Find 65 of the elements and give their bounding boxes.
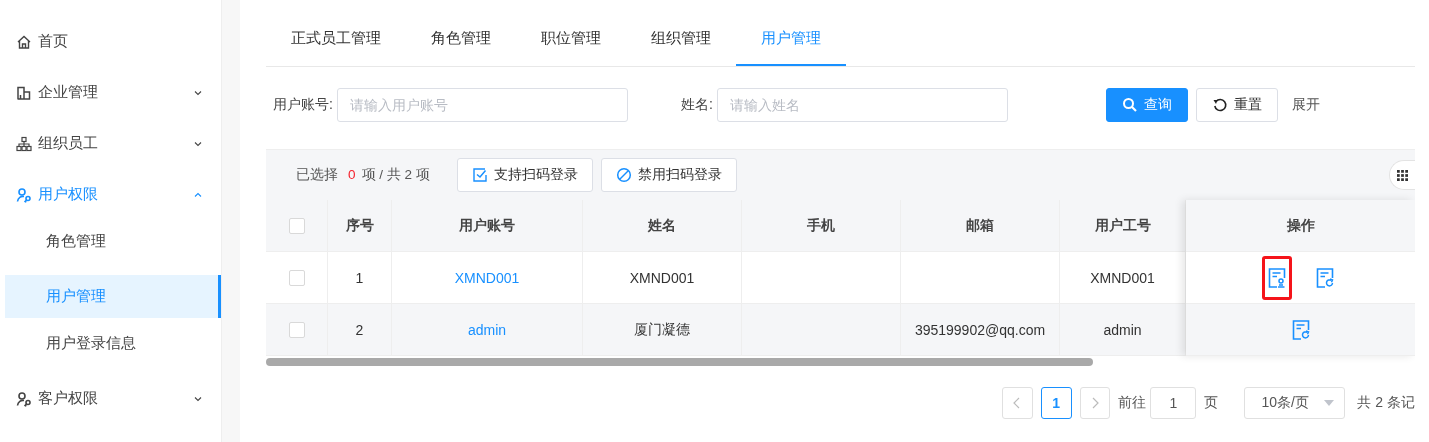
checkbox[interactable] [288, 321, 305, 338]
tab[interactable]: 角色管理 [406, 12, 516, 66]
document-refresh-icon[interactable] [1315, 267, 1334, 288]
column-header: 操作 [1286, 216, 1315, 235]
table-cell: 2 [355, 321, 364, 338]
user-key-icon [16, 186, 32, 203]
menu-item[interactable]: 客户权限 [0, 373, 221, 424]
dropdown-icon [1324, 400, 1335, 406]
menu-label: 企业管理 [38, 83, 99, 102]
menu-item[interactable]: 首页 [0, 16, 221, 67]
chevron-right-icon [1090, 397, 1101, 409]
disable-scan-login-button[interactable]: 禁用扫码登录 [600, 158, 737, 192]
checkbox[interactable] [288, 217, 305, 234]
table-cell: XMND001 [1090, 269, 1155, 286]
menu-item[interactable]: 企业管理 [0, 67, 221, 118]
prohibited-icon [615, 167, 632, 183]
user-key-icon [16, 390, 32, 407]
column-header: 姓名 [648, 216, 676, 235]
checkbox[interactable] [288, 269, 305, 286]
tab[interactable]: 正式员工管理 [266, 12, 406, 66]
total-count: 共 2 条记 [1357, 394, 1415, 412]
scrollbar-thumb[interactable] [266, 358, 1093, 366]
menu-label: 组织员工 [38, 134, 99, 153]
column-header: 序号 [345, 216, 374, 235]
table-cell: admin [1103, 321, 1142, 338]
grid-icon [1397, 169, 1408, 181]
reset-icon [1211, 97, 1228, 113]
table-cell: 厦门凝德 [634, 320, 690, 339]
column-header: 用户工号 [1094, 216, 1151, 235]
column-header: 邮箱 [966, 216, 994, 235]
checkbox-icon [471, 167, 488, 183]
next-page-button[interactable] [1079, 387, 1111, 419]
table-cell: 395199902@qq.com [914, 321, 1046, 338]
home-icon [16, 33, 32, 50]
org-chart-icon [16, 135, 32, 152]
page-unit: 页 [1204, 394, 1219, 412]
goto-label: 前往 [1118, 394, 1147, 412]
column-header: 用户账号 [459, 216, 515, 235]
menu-label: 客户权限 [38, 389, 99, 408]
input-field[interactable]: 请输入用户账号 [336, 88, 628, 122]
column-settings-button[interactable] [1389, 160, 1415, 190]
page-size-select[interactable]: 10条/页 [1244, 387, 1346, 419]
page-input[interactable]: 1 [1150, 387, 1197, 419]
expand-link[interactable]: 展开 [1291, 96, 1320, 114]
building-icon [16, 84, 32, 101]
field-label: 姓名: [680, 96, 713, 114]
menu-item[interactable]: 组织员工 [0, 118, 221, 169]
document-refresh-icon[interactable] [1291, 319, 1310, 340]
table-cell: XMND001 [629, 269, 695, 286]
submenu-item[interactable]: 用户登录信息 [5, 322, 221, 373]
search-icon [1121, 97, 1138, 113]
enable-scan-login-button[interactable]: 支持扫码登录 [456, 158, 593, 192]
document-stamp-icon[interactable] [1267, 267, 1286, 288]
previous-page-button[interactable] [1002, 387, 1033, 419]
reset-button[interactable]: 重置 [1195, 88, 1278, 122]
tab[interactable]: 组织管理 [626, 12, 736, 66]
menu-label: 首页 [38, 32, 69, 51]
tab[interactable]: 职位管理 [516, 12, 626, 66]
selection-summary: 已选择 0 项 / 共 2 项 [296, 166, 430, 184]
menu-label: 用户权限 [38, 185, 99, 204]
field-label: 用户账号: [273, 96, 333, 114]
submenu-item[interactable]: 角色管理 [5, 220, 221, 271]
table-cell: 1 [355, 269, 364, 286]
column-header: 手机 [807, 216, 835, 235]
input-field[interactable]: 请输入姓名 [716, 88, 1008, 122]
